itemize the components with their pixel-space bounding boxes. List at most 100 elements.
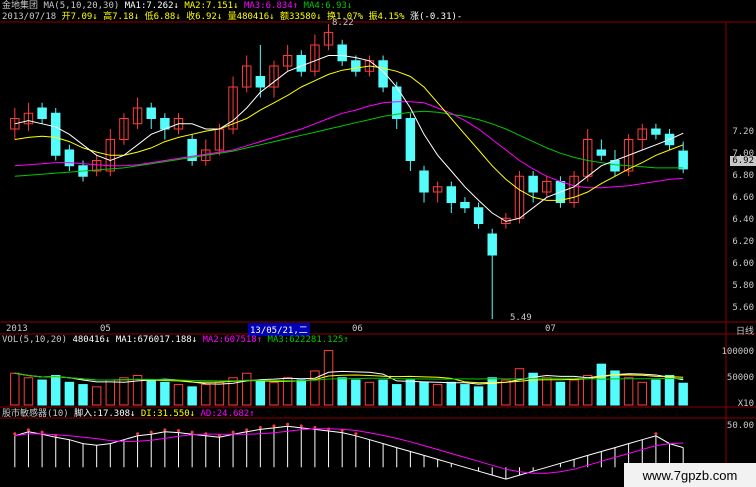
- amplitude: 振4.15%: [368, 12, 405, 22]
- candle-body: [378, 60, 388, 88]
- high: 高7.18↓: [103, 12, 140, 22]
- sentiment-dot: [149, 430, 153, 434]
- sentiment-ad-line: [14, 428, 684, 474]
- volume-bar: [105, 379, 116, 406]
- open: 开7.09↓: [61, 12, 98, 22]
- volume-bar: [569, 379, 579, 406]
- period-label[interactable]: 日线: [736, 324, 754, 337]
- current-price-label: 6.92: [730, 156, 756, 166]
- ma3-line: [14, 101, 684, 189]
- ma-header: 金地集团 MA(5,10,20,30) MA1:7.262↓ MA2:7.151…: [2, 1, 352, 12]
- low: 低6.88↓: [144, 12, 181, 22]
- sentiment-dot: [13, 432, 17, 436]
- volume-bar: [310, 370, 320, 406]
- sentiment-dot: [258, 425, 262, 429]
- vol-ma3: MA3:622281.125↑: [267, 335, 349, 345]
- date: 2013/07/18: [2, 12, 57, 22]
- price-tick: 5.60: [732, 303, 754, 313]
- vol-ma1-line: [14, 370, 684, 385]
- volume: 量480416↓: [227, 12, 275, 22]
- sentiment-dot: [654, 432, 658, 436]
- sentiment-dot: [136, 432, 140, 436]
- candle-body: [596, 149, 607, 156]
- volume-bar: [487, 377, 497, 406]
- candle-body: [419, 170, 429, 193]
- sentiment-dot: [354, 432, 358, 436]
- candle-body: [337, 44, 347, 62]
- candle-body: [473, 207, 484, 224]
- volume-bar: [64, 381, 75, 406]
- volume-bar: [637, 381, 647, 406]
- price-tick: 5.80: [732, 281, 754, 291]
- stock-chart-window: 金地集团 MA(5,10,20,30) MA1:7.262↓ MA2:7.151…: [0, 0, 756, 487]
- volume-bar: [337, 377, 347, 406]
- candle-body: [296, 55, 306, 72]
- stock-name: 金地集团: [2, 1, 39, 11]
- sentiment-label: 股市敏感器(10): [2, 409, 69, 419]
- sentiment-dot: [177, 429, 180, 433]
- price-tick: 6.60: [732, 193, 754, 203]
- volume-bar: [542, 377, 552, 406]
- sentiment-dot: [286, 422, 290, 426]
- volume-bar: [201, 384, 211, 406]
- volume-bar: [214, 381, 225, 406]
- sentiment-dot: [26, 428, 30, 432]
- candle-body: [651, 128, 661, 135]
- candle-body: [255, 76, 266, 88]
- sentiment-line2: DI:31.550↓: [140, 409, 196, 419]
- watermark: www.7gpzb.com: [624, 463, 756, 487]
- ma3-value: MA3:6.834↑: [243, 1, 299, 11]
- year-label: 2013: [6, 324, 28, 334]
- volume-bar: [664, 375, 675, 406]
- volume-bar: [23, 377, 34, 406]
- quote-header: 2013/07/18 开7.09↓ 高7.18↓ 低6.88↓ 收6.92↓ 量…: [2, 12, 462, 23]
- sentiment-tick: 50.00: [726, 421, 754, 431]
- volume-bar: [610, 370, 620, 406]
- vol-ma2: MA2:607518↑: [202, 335, 263, 345]
- sentiment-dot: [299, 424, 303, 428]
- volume-bar: [10, 372, 20, 406]
- volume-bar: [623, 377, 634, 406]
- volume-bar: [555, 381, 566, 406]
- volume-bar: [160, 381, 170, 406]
- volume-bar: [241, 372, 252, 406]
- volume-bar: [37, 379, 47, 406]
- candle-body: [460, 202, 470, 209]
- volume-bar: [501, 379, 511, 406]
- volume-bar: [173, 384, 184, 406]
- close: 收6.92↓: [186, 12, 223, 22]
- month-label: 06: [352, 324, 363, 334]
- volume-bar: [296, 379, 306, 406]
- volume-bar: [392, 384, 402, 406]
- candle-body: [487, 233, 497, 256]
- volume-bar: [432, 384, 443, 406]
- volume-header: VOL(5,10,20) 480416↓ MA1:676017.188↓ MA2…: [2, 335, 349, 346]
- volume-bar: [405, 379, 416, 406]
- ma4-line: [14, 110, 684, 177]
- volume-bar: [596, 363, 607, 406]
- ma-label: MA(5,10,20,30): [43, 1, 120, 11]
- sentiment-line: [14, 425, 684, 480]
- month-label: 07: [545, 324, 556, 334]
- sentiment-dot: [40, 430, 44, 434]
- price-tick: 6.40: [732, 215, 754, 225]
- sentiment-dot: [163, 428, 167, 432]
- amount: 额33580↓: [280, 12, 322, 22]
- volume-tick: 100000: [721, 347, 754, 357]
- volume-tick: X10: [737, 399, 754, 409]
- ma4-value: MA4:6.93↓: [303, 1, 353, 11]
- volume-bar: [514, 368, 525, 406]
- sentiment-dot: [231, 430, 235, 434]
- month-label: 05: [100, 324, 111, 334]
- volume-bar: [678, 382, 688, 406]
- volume-bar: [51, 375, 61, 406]
- volume-label: VOL(5,10,20): [2, 335, 68, 345]
- volume-value: 480416↓: [72, 335, 111, 345]
- price-tick: 6.80: [732, 171, 754, 181]
- candle-body: [146, 107, 156, 119]
- volume-bar: [255, 379, 266, 406]
- candle-body: [64, 149, 75, 167]
- sentiment-line1: 脚入:17.308↓: [74, 409, 136, 419]
- ma1-value: MA1:7.262↓: [124, 1, 179, 11]
- volume-bar: [473, 386, 484, 406]
